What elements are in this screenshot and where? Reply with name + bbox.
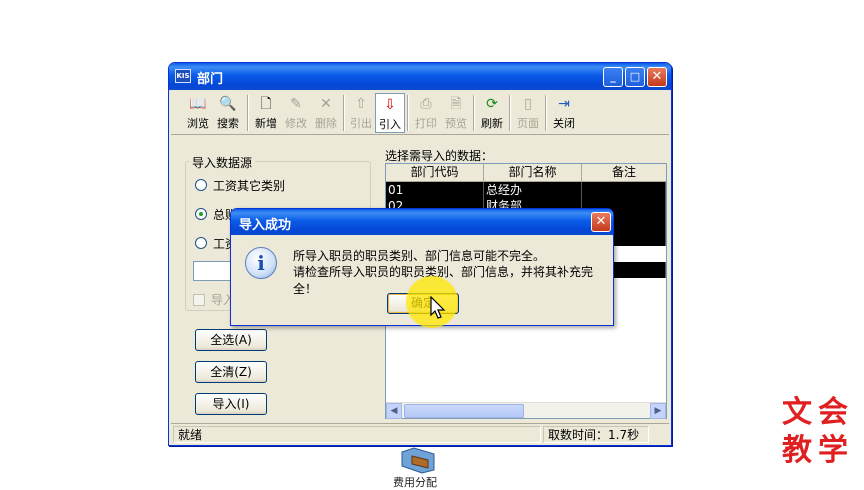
import-icon: ⇩ <box>384 97 396 113</box>
close-button[interactable]: ✕ <box>647 67 667 87</box>
window-title: 部门 <box>197 72 224 87</box>
dialog-titlebar[interactable]: 导入成功 ✕ <box>231 209 613 235</box>
new-doc-icon: 🗋 <box>260 96 272 112</box>
print-button[interactable]: ⎙ 打印 <box>411 93 441 133</box>
watermark-char: 学 <box>818 433 848 468</box>
info-icon: i <box>245 247 277 279</box>
book-icon: 📖 <box>189 96 207 112</box>
refresh-icon: ⟳ <box>486 96 498 112</box>
delete-icon: ✕ <box>320 96 332 112</box>
minimize-button[interactable]: _ <box>603 67 623 87</box>
delete-button[interactable]: ✕ 删除 <box>311 93 341 133</box>
import-toolbar-button[interactable]: ⇩ 引入 <box>375 93 405 133</box>
source-option-salary-other[interactable]: 工资其它类别 <box>195 177 285 193</box>
edit-icon: ✎ <box>290 96 302 112</box>
radio-label: 工资其它类别 <box>213 178 286 193</box>
list-header: 部门代码 部门名称 备注 <box>386 164 666 182</box>
scroll-left-icon[interactable]: ◀ <box>386 403 402 419</box>
toolbar-label: 引出 <box>350 117 372 130</box>
scroll-right-icon[interactable]: ▶ <box>650 403 666 419</box>
kis-app-icon: KIS <box>175 69 191 83</box>
browse-button[interactable]: 📖 浏览 <box>183 93 213 133</box>
page-button[interactable]: ▯ 页面 <box>513 93 543 133</box>
toolbar-separator <box>247 95 249 131</box>
toolbar-label: 浏览 <box>187 117 209 130</box>
watermark-char: 教 <box>782 433 812 468</box>
column-header-dept-name[interactable]: 部门名称 <box>484 164 582 181</box>
toolbar-label: 引入 <box>379 118 401 131</box>
toolbar-label: 修改 <box>285 117 307 130</box>
export-icon: ⇧ <box>355 96 367 112</box>
dialog-close-button[interactable]: ✕ <box>591 212 611 232</box>
scroll-thumb[interactable] <box>404 404 524 418</box>
table-row[interactable]: 01 总经办 <box>386 182 666 198</box>
search-button[interactable]: 🔍 搜索 <box>213 93 243 133</box>
cell-dept-code: 01 <box>386 182 484 198</box>
new-button[interactable]: 🗋 新增 <box>251 93 281 133</box>
refresh-button[interactable]: ⟳ 刷新 <box>477 93 507 133</box>
search-icon: 🔍 <box>219 96 237 112</box>
dialog-message-line1: 所导入职员的职员类别、部门信息可能不完全。 <box>293 249 546 263</box>
radio-button[interactable] <box>195 208 207 220</box>
toolbar-label: 关闭 <box>553 117 575 130</box>
toolbar-label: 搜索 <box>217 117 239 130</box>
toolbar-separator <box>407 95 409 131</box>
edit-button[interactable]: ✎ 修改 <box>281 93 311 133</box>
toolbar-label: 刷新 <box>481 117 503 130</box>
radio-button[interactable] <box>195 179 207 191</box>
preview-icon: 🗎 <box>450 96 462 112</box>
maximize-button[interactable]: □ <box>625 67 645 87</box>
status-text: 就绪 <box>173 426 541 443</box>
desktop-icon-label[interactable]: 费用分配 <box>393 474 437 490</box>
cell-remark <box>582 182 666 198</box>
radio-button[interactable] <box>195 237 207 249</box>
clear-all-button[interactable]: 全清(Z) <box>195 361 267 383</box>
import-checkbox[interactable] <box>193 293 205 306</box>
toolbar: 📖 浏览 🔍 搜索 🗋 新增 ✎ 修改 ✕ 删除 ⇧ 引出 ⇩ 引入 ⎙ 打印 … <box>171 91 669 135</box>
status-bar: 就绪 取数时间：1.7秒 <box>171 423 669 443</box>
select-all-button[interactable]: 全选(A) <box>195 329 267 351</box>
toolbar-separator <box>509 95 511 131</box>
dialog-title: 导入成功 <box>239 218 292 233</box>
data-list-label: 选择需导入的数据： <box>385 149 494 163</box>
export-button[interactable]: ⇧ 引出 <box>347 93 375 133</box>
watermark-char: 会 <box>818 395 848 430</box>
toolbar-label: 新增 <box>255 117 277 130</box>
import-source-label: 导入数据源 <box>189 154 256 171</box>
fetch-time-text: 取数时间：1.7秒 <box>543 426 649 443</box>
horizontal-scrollbar[interactable]: ◀ ▶ <box>386 402 666 419</box>
preview-button[interactable]: 🗎 预览 <box>441 93 471 133</box>
toolbar-label: 打印 <box>415 117 437 130</box>
import-checkbox-row[interactable]: 导入 <box>193 291 235 308</box>
exit-icon: ⇥ <box>558 96 570 112</box>
watermark-char: 文 <box>782 395 812 430</box>
toolbar-separator <box>545 95 547 131</box>
toolbar-separator <box>473 95 475 131</box>
toolbar-label: 页面 <box>517 117 539 130</box>
toolbar-label: 预览 <box>445 117 467 130</box>
import-button[interactable]: 导入(I) <box>195 393 267 415</box>
toolbar-separator <box>343 95 345 131</box>
window-titlebar[interactable]: KIS 部门 _ □ ✕ <box>169 63 671 90</box>
cell-dept-name: 总经办 <box>484 182 582 198</box>
toolbar-label: 删除 <box>315 117 337 130</box>
column-header-remark[interactable]: 备注 <box>582 164 666 181</box>
print-icon: ⎙ <box>420 96 432 112</box>
exit-button[interactable]: ⇥ 关闭 <box>549 93 579 133</box>
expense-allocation-desktop-icon[interactable] <box>398 446 438 474</box>
mouse-pointer-icon <box>430 296 446 319</box>
page-icon: ▯ <box>524 96 532 112</box>
column-header-dept-code[interactable]: 部门代码 <box>386 164 484 181</box>
